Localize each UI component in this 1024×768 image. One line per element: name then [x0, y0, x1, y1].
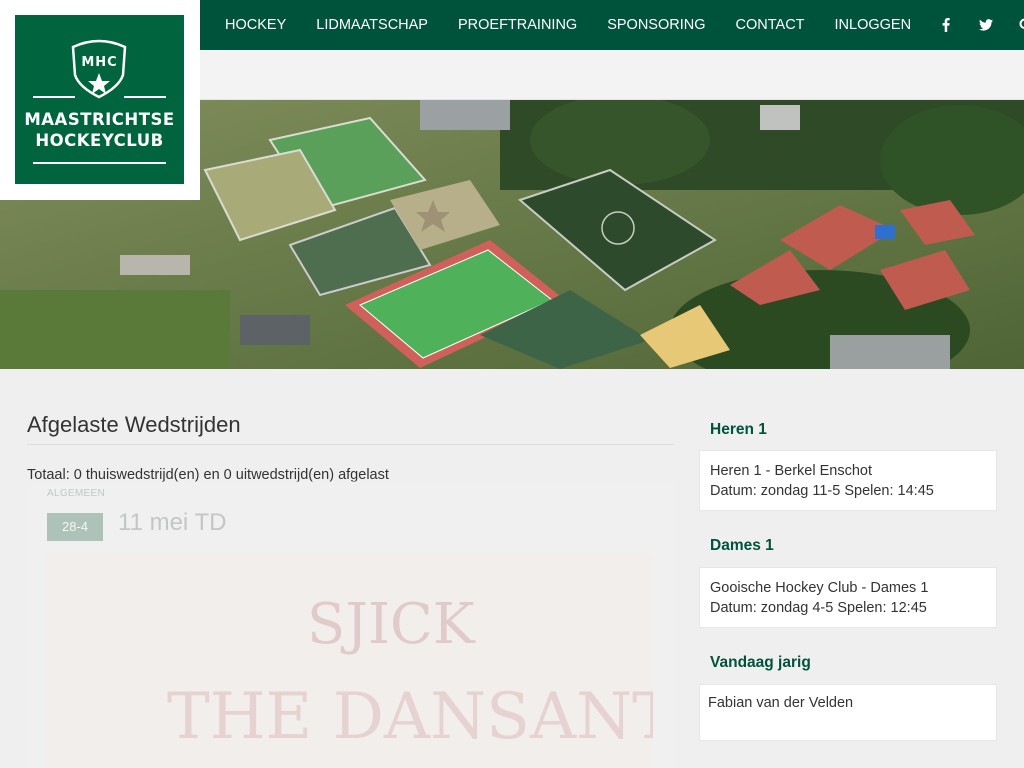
jarig-heading: Vandaag jarig — [710, 654, 811, 671]
search-icon[interactable] — [1006, 0, 1024, 50]
jarig-card: Fabian van der Velden — [699, 684, 997, 741]
logo-line-1: MAASTRICHTSE — [24, 110, 175, 129]
main-nav: HOCKEY LIDMAATSCHAP PROEFTRAINING SPONSO… — [200, 0, 1024, 50]
post-date-badge: 28-4 — [47, 513, 103, 541]
sub-bar — [200, 50, 1024, 100]
post-image-text-1: SJICK — [307, 592, 476, 657]
facebook-icon[interactable] — [926, 0, 966, 50]
post-image-text-2: THE DANSANT — [167, 680, 653, 754]
nav-item-lidmaatschap[interactable]: LIDMAATSCHAP — [301, 0, 443, 50]
heren-heading: Heren 1 — [710, 421, 767, 438]
heren-match-card[interactable]: Heren 1 - Berkel Enschot Datum: zondag 1… — [699, 450, 997, 511]
jarig-name: Fabian van der Velden — [708, 695, 854, 711]
twitter-icon[interactable] — [966, 0, 1006, 50]
news-post[interactable]: ALGEMEEN 28-4 11 mei TD SJICK THE DANSAN… — [27, 481, 674, 768]
dames-match: Gooische Hockey Club - Dames 1 — [710, 580, 929, 596]
club-logo[interactable]: MHC MAASTRICHTSE HOCKEYCLUB — [15, 15, 184, 184]
nav-item-proeftraining[interactable]: PROEFTRAINING — [443, 0, 592, 50]
nav-item-hockey[interactable]: HOCKEY — [200, 0, 301, 50]
post-image[interactable]: SJICK THE DANSANT — [47, 553, 653, 768]
main-content: Afgelaste Wedstrijden Totaal: 0 thuiswed… — [27, 395, 674, 768]
logo-line-2: HOCKEYCLUB — [35, 131, 164, 150]
logo-container[interactable]: MHC MAASTRICHTSE HOCKEYCLUB — [0, 0, 200, 200]
dames-heading: Dames 1 — [710, 537, 774, 554]
heren-match: Heren 1 - Berkel Enschot — [710, 463, 872, 479]
shield-icon — [33, 39, 166, 164]
post-title[interactable]: 11 mei TD — [118, 509, 226, 537]
nav-item-inloggen[interactable]: INLOGGEN — [820, 0, 927, 50]
nav-item-sponsoring[interactable]: SPONSORING — [592, 0, 720, 50]
logo-monogram: MHC — [81, 55, 118, 70]
dames-match-card[interactable]: Gooische Hockey Club - Dames 1 Datum: zo… — [699, 567, 997, 628]
post-category[interactable]: ALGEMEEN — [47, 488, 105, 499]
sidebar: Heren 1 Heren 1 - Berkel Enschot Datum: … — [699, 395, 997, 741]
dames-details: Datum: zondag 4-5 Spelen: 12:45 — [710, 600, 927, 616]
nav-item-contact[interactable]: CONTACT — [721, 0, 820, 50]
page-title: Afgelaste Wedstrijden — [27, 412, 674, 445]
heren-details: Datum: zondag 11-5 Spelen: 14:45 — [710, 483, 934, 499]
